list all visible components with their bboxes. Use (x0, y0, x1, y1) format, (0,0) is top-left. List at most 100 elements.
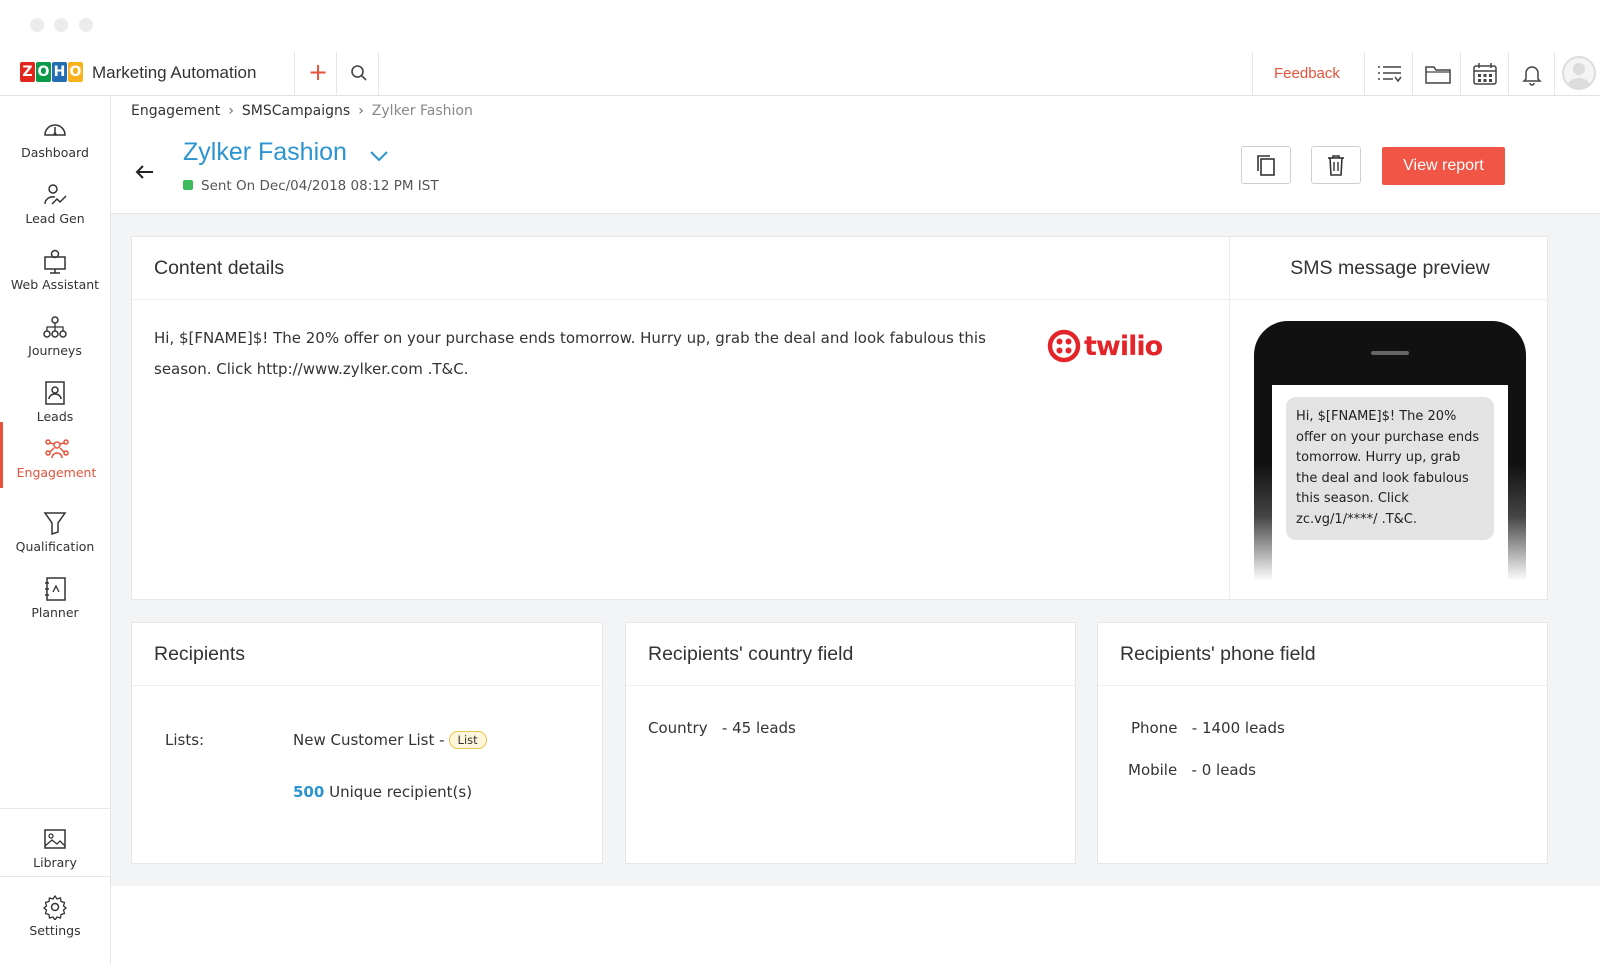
divider (132, 685, 602, 686)
gauge-icon (44, 124, 66, 136)
chevron-down-icon[interactable] (369, 150, 389, 162)
sidebar-item-leads[interactable]: Leads (0, 366, 110, 430)
divider (378, 52, 379, 96)
unique-recipients: 500 Unique recipient(s) (293, 783, 472, 801)
divider (1460, 52, 1461, 96)
gear-icon (42, 894, 68, 920)
phone-field-card: Recipients' phone field Phone - 1400 lea… (1097, 622, 1548, 864)
sidebar-item-web-assistant[interactable]: Web Assistant (0, 234, 110, 298)
feedback-link[interactable]: Feedback (1274, 65, 1340, 82)
twilio-logo: twilio (1047, 329, 1163, 363)
clone-button[interactable] (1241, 146, 1291, 184)
field-label: Country (648, 719, 708, 737)
add-icon[interactable]: + (306, 58, 330, 86)
activity-list-icon[interactable] (1376, 62, 1404, 86)
sidebar-item-label: Settings (29, 923, 81, 938)
lists-label: Lists: (165, 731, 205, 749)
divider (1252, 52, 1253, 96)
sidebar-item-library[interactable]: Library (0, 812, 110, 876)
folder-icon[interactable] (1424, 62, 1452, 86)
sidebar-item-label: Planner (31, 605, 79, 620)
sidebar-item-label: Lead Gen (25, 211, 85, 226)
sidebar-item-lead-gen[interactable]: Lead Gen (0, 168, 110, 232)
sidebar-item-dashboard[interactable]: Dashboard (0, 102, 110, 166)
campaign-header: Zylker Fashion Sent On Dec/04/2018 08:12… (111, 128, 1600, 214)
sidebar-item-settings[interactable]: Settings (0, 880, 110, 944)
sidebar-item-label: Journeys (28, 343, 82, 358)
card-title: Recipients' phone field (1120, 643, 1316, 665)
breadcrumb-current: Zylker Fashion (371, 103, 473, 119)
sidebar-item-journeys[interactable]: Journeys (0, 300, 110, 364)
window-close-dot[interactable] (30, 18, 44, 32)
sidebar-item-label: Qualification (15, 539, 95, 554)
preview-title: SMS message preview (1290, 257, 1490, 279)
country-field-card: Recipients' country field Country - 45 l… (625, 622, 1076, 864)
bell-icon[interactable] (1520, 62, 1544, 86)
sidebar-item-engagement[interactable]: Engagement (0, 422, 110, 488)
top-bar: Z O H O Marketing Automation + Feedback (0, 52, 1600, 96)
zoho-logo: Z O H O (20, 62, 84, 84)
journeys-icon (43, 316, 67, 338)
phone-row: Phone - 1400 leads (1131, 719, 1285, 737)
divider (1554, 52, 1555, 96)
field-label: Phone (1131, 719, 1178, 737)
sidebar-item-label: Library (33, 855, 77, 870)
user-icon (1567, 63, 1591, 88)
field-label: Mobile (1128, 761, 1178, 779)
sidebar-item-label: Engagement (16, 465, 97, 480)
recipient-count[interactable]: 500 (293, 783, 324, 801)
sms-bubble: Hi, $[FNAME]$! The 20% offer on your pur… (1286, 397, 1494, 540)
main-area: Engagement › SMSCampaigns › Zylker Fashion Z… (111, 96, 1600, 964)
phone-mockup: Hi, $[FNAME]$! The 20% offer on your pur… (1254, 321, 1526, 581)
sidebar-item-label: Dashboard (21, 145, 89, 160)
logo-letter: O (36, 62, 51, 82)
card-title: Recipients (154, 643, 246, 665)
web-assistant-icon (44, 249, 66, 274)
status-badge: Sent On Dec/04/2018 08:12 PM IST (183, 178, 439, 194)
card-title: Recipients' country field (648, 643, 854, 665)
chevron-right-icon: › (358, 103, 364, 119)
status-text: Sent On Dec/04/2018 08:12 PM IST (201, 178, 439, 194)
card-title: Content details (154, 257, 285, 279)
phone-speaker (1371, 351, 1409, 355)
engagement-icon (44, 439, 69, 459)
breadcrumb-link[interactable]: SMSCampaigns (242, 103, 350, 119)
lead-gen-icon (44, 184, 67, 205)
recipients-card: Recipients Lists: New Customer List - Lis… (131, 622, 603, 864)
divider (336, 52, 337, 96)
planner-icon (45, 577, 66, 601)
divider (0, 876, 110, 877)
status-dot (183, 180, 193, 190)
list-name[interactable]: New Customer List - (293, 731, 445, 749)
field-value: - 45 leads (721, 719, 796, 737)
list-entry: New Customer List - List (293, 731, 487, 749)
copy-icon (1257, 155, 1275, 176)
avatar[interactable] (1562, 56, 1596, 90)
phone-screen: Hi, $[FNAME]$! The 20% offer on your pur… (1272, 385, 1508, 581)
trash-icon (1328, 155, 1344, 176)
delete-button[interactable] (1311, 146, 1361, 184)
divider (1508, 52, 1509, 96)
sidebar-item-qualification[interactable]: Qualification (0, 496, 110, 560)
back-arrow-icon[interactable] (135, 164, 155, 180)
sidebar-item-planner[interactable]: Planner (0, 562, 110, 626)
app-logo[interactable]: Z O H O Marketing Automation (20, 62, 256, 84)
sms-content-text: Hi, $[FNAME]$! The 20% offer on your pur… (154, 329, 986, 378)
sidebar-item-label: Web Assistant (10, 277, 100, 292)
country-row: Country - 45 leads (648, 719, 796, 737)
breadcrumb-link[interactable]: Engagement (131, 103, 220, 119)
footer-area (111, 886, 1600, 964)
search-icon[interactable] (350, 64, 368, 82)
divider (0, 808, 110, 809)
logo-letter: O (68, 62, 83, 82)
divider (626, 685, 1075, 686)
app-name: Marketing Automation (92, 63, 257, 82)
window-zoom-dot[interactable] (79, 18, 93, 32)
calendar-icon[interactable] (1472, 62, 1498, 86)
divider (1230, 299, 1549, 300)
window-minimize-dot[interactable] (54, 18, 68, 32)
sidebar: Dashboard Lead Gen Web Assistant Journey… (0, 96, 111, 964)
divider (294, 52, 295, 96)
provider-name: twilio (1084, 330, 1163, 362)
view-report-button[interactable]: View report (1382, 147, 1505, 185)
